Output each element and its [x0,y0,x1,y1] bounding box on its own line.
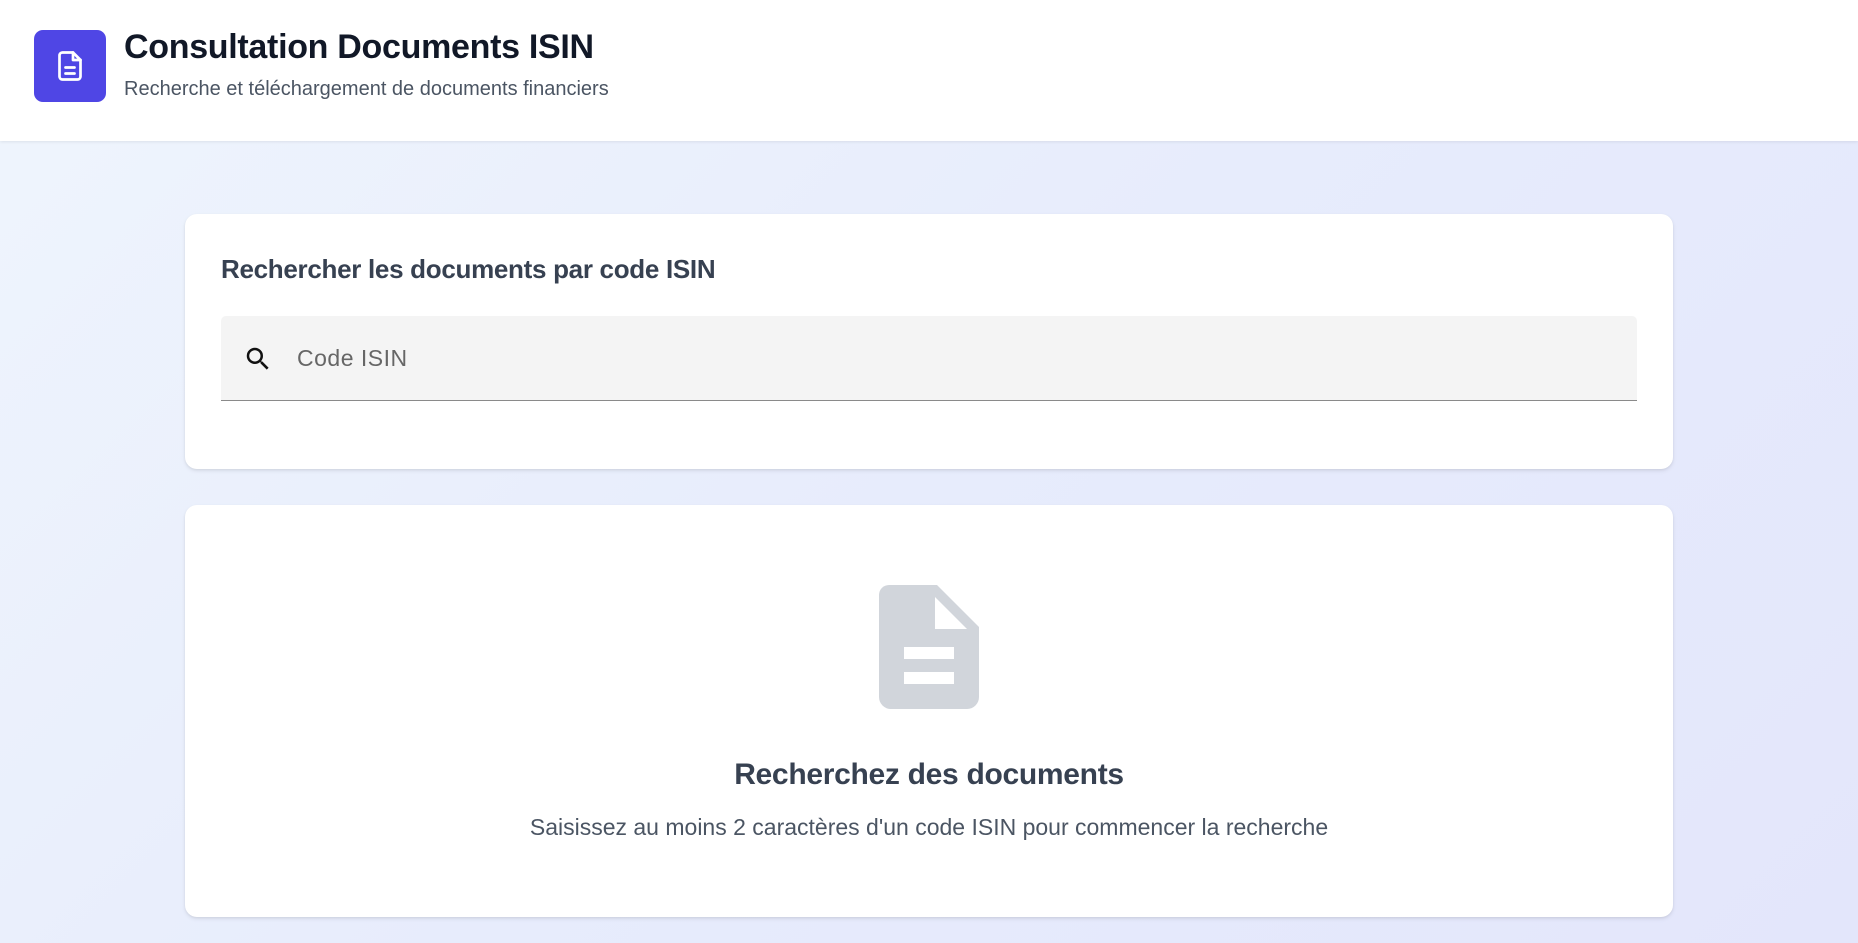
empty-state-title: Recherchez des documents [734,758,1124,791]
search-heading: Rechercher les documents par code ISIN [221,254,716,284]
app-logo [34,30,106,102]
isin-search-input[interactable] [297,316,1617,400]
app-header: Consultation Documents ISIN Recherche et… [0,0,1858,141]
search-card: Rechercher les documents par code ISIN [185,214,1673,469]
results-card: Recherchez des documents Saisissez au mo… [185,505,1673,917]
search-icon [246,347,269,370]
isin-search-field[interactable] [221,316,1637,401]
app-title: Consultation Documents ISIN [124,28,594,66]
app-subtitle: Recherche et téléchargement de documents… [124,78,609,100]
empty-state-message: Saisissez au moins 2 caractères d'un cod… [529,814,1329,840]
document-icon [58,51,82,81]
document-icon [879,585,979,709]
